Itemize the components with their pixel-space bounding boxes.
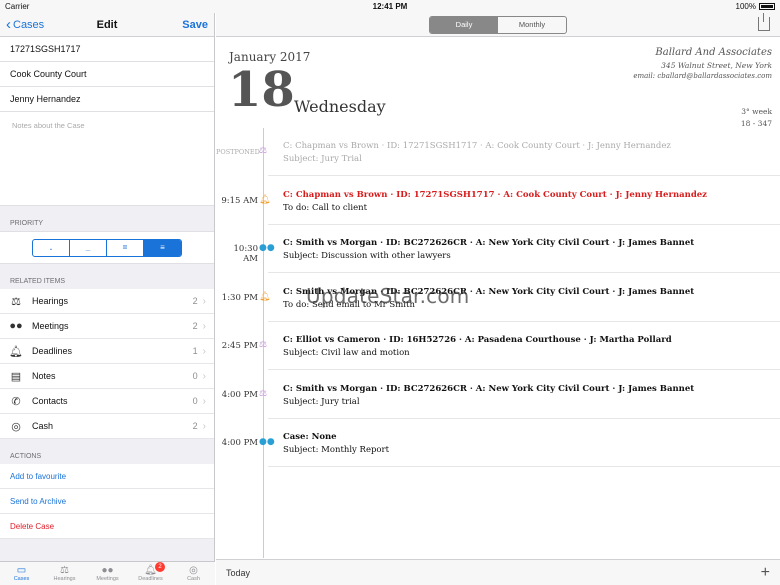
right-navbar: Daily Monthly (216, 8, 780, 37)
related-item-cash[interactable]: ◎ Cash 2 › (0, 414, 214, 439)
firm-address: 345 Walnut Street, New York (661, 61, 772, 70)
scales-icon: ⚖ (259, 340, 268, 350)
left-navbar: ‹ Cases Edit Save (0, 13, 214, 37)
share-icon[interactable] (758, 8, 770, 31)
deadlines-badge: 2 (155, 562, 165, 572)
priority-row: . _ = ≡ (0, 231, 214, 264)
related-items-header: RELATED ITEMS (10, 278, 66, 285)
save-button[interactable]: Save (182, 19, 208, 31)
priority-level-2[interactable]: _ (70, 239, 107, 256)
divider (268, 175, 780, 176)
clock: 12:41 PM (372, 2, 408, 11)
scales-icon: ⚖ (11, 295, 21, 308)
priority-header: PRIORITY (10, 220, 44, 227)
related-item-deadlines[interactable]: 🔔︎ Deadlines 1 › (0, 339, 214, 364)
related-item-hearings[interactable]: ⚖ Hearings 2 › (0, 289, 214, 314)
today-button[interactable]: Today (226, 568, 250, 578)
notes-field[interactable]: Notes about the Case (0, 112, 214, 206)
scales-icon: ⚖ (60, 565, 69, 576)
delete-case-button[interactable]: Delete Case (0, 514, 214, 539)
court-field[interactable]: Cook County Court (0, 62, 214, 87)
back-button[interactable]: ‹ Cases (6, 15, 44, 33)
send-to-archive-button[interactable]: Send to Archive (0, 489, 214, 514)
view-segmented-control: Daily Monthly (429, 15, 567, 34)
chevron-left-icon: ‹ (6, 15, 11, 33)
divider (268, 369, 780, 370)
daily-agenda-panel: Daily Monthly January 2017 18 Wednesday … (216, 8, 780, 585)
binoculars-icon: ●● (9, 320, 23, 332)
binoculars-icon: ●● (259, 243, 275, 253)
bottom-toolbar: Today + (216, 559, 780, 585)
day-of-year: 18 - 347 (740, 119, 772, 128)
scales-icon: ⚖ (259, 389, 268, 399)
bell-icon: 🔔︎ (9, 345, 23, 358)
related-item-meetings[interactable]: ●● Meetings 2 › (0, 314, 214, 339)
tab-bar: ▭ Cases ⚖ Hearings ●● Meetings 🔔︎ 2 Deadlines… (0, 561, 215, 585)
monthly-view-button[interactable]: Monthly (498, 17, 566, 33)
related-item-contacts[interactable]: ✆ Contacts 0 › (0, 389, 214, 414)
case-id-field[interactable]: 17271SGSH1717 (0, 37, 214, 62)
priority-level-1[interactable]: . (33, 239, 70, 256)
actions-header: ACTIONS (10, 453, 42, 460)
related-item-notes[interactable]: ▤ Notes 0 › (0, 364, 214, 389)
tab-cash[interactable]: ◎ Cash (172, 562, 215, 585)
chevron-right-icon: › (202, 395, 206, 407)
daily-view-button[interactable]: Daily (430, 16, 498, 33)
add-to-favourite-button[interactable]: Add to favourite (0, 464, 214, 489)
priority-segmented-control: . _ = ≡ (32, 238, 182, 257)
firm-email: email: cballard@ballardassociates.com (633, 72, 772, 80)
tab-cases[interactable]: ▭ Cases (0, 562, 43, 585)
battery-icon (759, 3, 775, 11)
day-name: Wednesday (294, 97, 386, 116)
chevron-right-icon: › (202, 345, 206, 357)
divider (268, 321, 780, 322)
priority-level-3[interactable]: = (107, 239, 144, 256)
tab-deadlines[interactable]: 🔔︎ 2 Deadlines (129, 562, 172, 585)
divider (268, 272, 780, 273)
firm-letterhead: Ballard And Associates 345 Walnut Street… (633, 47, 772, 80)
tab-hearings[interactable]: ⚖ Hearings (43, 562, 86, 585)
week-info: 3° week 18 - 347 (741, 106, 772, 130)
notes-icon: ▤ (10, 370, 22, 383)
day-number: 18 (228, 62, 295, 118)
divider (268, 466, 780, 467)
divider (268, 418, 780, 419)
case-edit-panel: ‹ Cases Edit Save 17271SGSH1717 Cook Coun… (0, 13, 215, 585)
coins-icon: ◎ (189, 565, 198, 576)
phone-icon: ✆ (11, 395, 21, 408)
binoculars-icon: ●● (101, 565, 114, 576)
chevron-right-icon: › (202, 420, 206, 432)
folder-icon: ▭ (16, 565, 27, 576)
scales-icon: ⚖ (259, 146, 268, 156)
judge-field[interactable]: Jenny Hernandez (0, 87, 214, 112)
add-icon[interactable]: + (761, 564, 770, 582)
divider (268, 224, 780, 225)
chevron-right-icon: › (202, 370, 206, 382)
chevron-right-icon: › (202, 320, 206, 332)
tab-meetings[interactable]: ●● Meetings (86, 562, 129, 585)
status-bar: Carrier 12:41 PM 100% (0, 0, 780, 13)
firm-name: Ballard And Associates (655, 47, 772, 58)
chevron-right-icon: › (202, 295, 206, 307)
week-number: 3° week (741, 107, 772, 116)
bell-icon: 🔔︎ (259, 195, 271, 205)
binoculars-icon: ●● (259, 437, 275, 447)
bell-icon: 🔔︎ (259, 292, 271, 302)
priority-level-4[interactable]: ≡ (144, 239, 181, 256)
coins-icon: ◎ (11, 420, 21, 433)
